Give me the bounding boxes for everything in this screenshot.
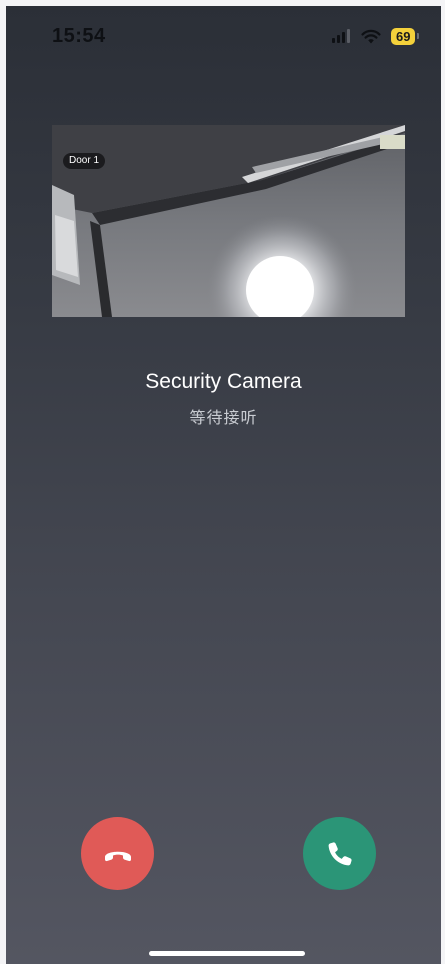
caller-name: Security Camera	[145, 370, 302, 393]
status-time: 15:54	[52, 25, 106, 47]
accept-call-button[interactable]	[303, 817, 376, 890]
status-indicators: 69	[332, 24, 420, 48]
hang-up-icon	[104, 851, 131, 861]
camera-name-badge: Door 1	[63, 153, 106, 169]
decline-call-button[interactable]	[81, 817, 154, 890]
phone-icon	[328, 841, 352, 865]
home-indicator[interactable]	[149, 951, 305, 956]
battery-cap	[417, 33, 420, 39]
wifi-icon	[361, 29, 381, 43]
cellular-signal-icon	[332, 29, 350, 43]
battery-indicator: 69	[391, 27, 420, 45]
camera-feed-image	[52, 125, 405, 317]
call-status: 等待接听	[189, 408, 258, 427]
incoming-call-screen: 15:54 69 Door 1 Security Camera 等待接听	[6, 6, 441, 964]
camera-preview[interactable]: Door 1	[52, 125, 405, 317]
battery-level: 69	[391, 27, 416, 45]
